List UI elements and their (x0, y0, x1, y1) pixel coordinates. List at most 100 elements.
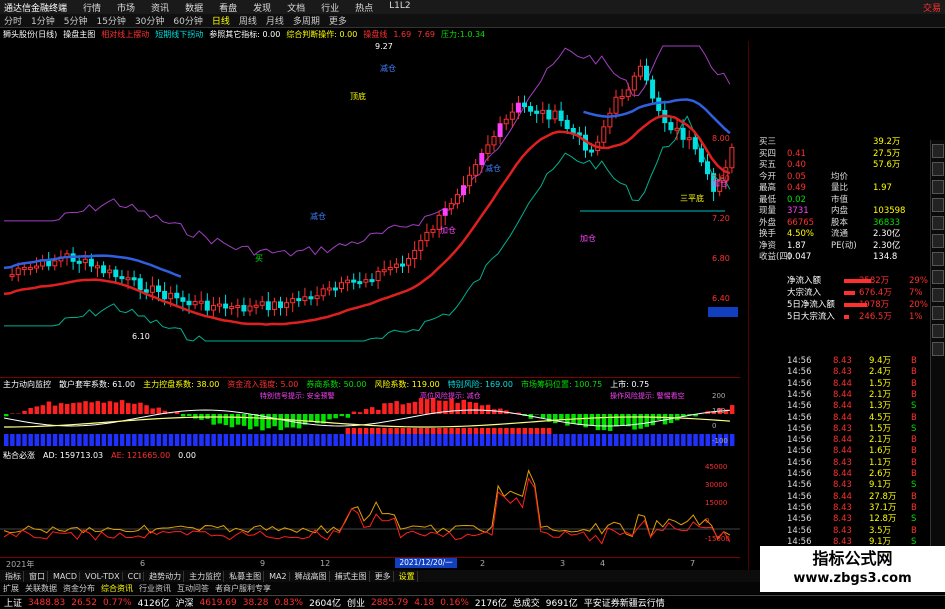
tick-row[interactable]: 14:56 8.44 27.8万 B (749, 492, 931, 503)
menu-item-9[interactable]: L1L2 (389, 1, 410, 14)
menu-item-2[interactable]: 资讯 (151, 1, 169, 14)
tick-time: 14:56 (787, 356, 812, 366)
tick-row[interactable]: 14:56 8.43 37.1万 B (749, 503, 931, 514)
period-tab-8[interactable]: 月线 (266, 14, 284, 27)
sidebar-button-2[interactable] (932, 180, 944, 194)
candlestick-chart[interactable]: 9.27减仓顶底减仓加仓减仓买6.10三平底加仓加仓8.007.607.206.… (0, 41, 740, 377)
indicator-tab-6[interactable]: 主力监控 (187, 570, 225, 582)
quote-row: 买三39.2万8.40 (749, 137, 931, 148)
indicator2-name[interactable]: 粘合必涨 (3, 450, 35, 461)
indicator-tab-1[interactable]: 窗口 (27, 570, 48, 582)
menu-item-0[interactable]: 行情 (83, 1, 101, 14)
ext-tab-5[interactable]: 互动问答 (177, 583, 209, 594)
candle-body (381, 269, 387, 273)
indicator-tab-10[interactable]: 捕式主图 (333, 570, 370, 582)
sidebar-button-0[interactable] (932, 144, 944, 158)
ind1-bar (370, 407, 375, 414)
quote-label: 买三 (759, 137, 777, 147)
sidebar-button-1[interactable] (932, 162, 944, 176)
ind1-base-bar (296, 434, 302, 446)
ext-tab-2[interactable]: 资金分布 (63, 583, 95, 594)
tick-price: 8.44 (833, 446, 852, 457)
moving-average-line (3, 114, 731, 326)
menu-item-4[interactable]: 看盘 (219, 1, 237, 14)
indicator-tab-11[interactable]: 更多 (373, 570, 394, 582)
period-tab-1[interactable]: 1分钟 (31, 14, 55, 27)
sidebar-button-11[interactable] (932, 342, 944, 356)
tick-row[interactable]: 14:56 8.44 1.5万 B (749, 379, 931, 390)
ext-tab-0[interactable]: 扩展 (3, 583, 19, 594)
sidebar-button-3[interactable] (932, 198, 944, 212)
ext-tab-4[interactable]: 行业资讯 (139, 583, 171, 594)
candle-body (149, 285, 155, 293)
candle-body (223, 303, 229, 309)
ind1-base-bar (327, 434, 332, 446)
indicator-tab-7[interactable]: 私募主图 (227, 570, 265, 582)
indicator2-header: 粘合必涨 AD: 159713.03 AE: 121665.00 0.00 (0, 449, 740, 461)
indicator-tab-8[interactable]: MA2 (267, 571, 290, 581)
ext-tab-6[interactable]: 者商户服利专享 (215, 583, 271, 594)
tick-row[interactable]: 14:56 8.44 1.3万 S (749, 401, 931, 412)
indicator1-name[interactable]: 主力动向监控 (3, 379, 51, 390)
sidebar-button-8[interactable] (932, 288, 944, 302)
sidebar-button-7[interactable] (932, 270, 944, 284)
period-tab-0[interactable]: 分时 (4, 14, 22, 27)
sidebar-button-4[interactable] (932, 216, 944, 230)
menu-item-7[interactable]: 行业 (321, 1, 339, 14)
ext-tab-3[interactable]: 综合资讯 (101, 583, 133, 594)
tick-row[interactable]: 14:56 8.43 1.5万 S (749, 424, 931, 435)
indicator-tab-2[interactable]: MACD (51, 571, 80, 581)
tick-row[interactable]: 14:56 8.43 9.4万 B (749, 356, 931, 367)
tick-row[interactable]: 14:56 8.43 12.8万 S (749, 514, 931, 525)
period-tab-3[interactable]: 15分钟 (96, 14, 125, 27)
tick-row[interactable]: 14:56 8.44 2.6万 B (749, 469, 931, 480)
candle-body (186, 300, 192, 306)
menu-item-3[interactable]: 数据 (185, 1, 203, 14)
tick-row[interactable]: 14:56 8.43 2.4万 B (749, 367, 931, 378)
info-item-2: 短期线下拐动 (155, 30, 204, 39)
tick-row[interactable]: 14:56 8.44 2.1万 B (749, 390, 931, 401)
menu-item-5[interactable]: 发现 (253, 1, 271, 14)
indicator-tab-12[interactable]: 设置 (397, 570, 418, 582)
ind1-value-4: 风险系数: 119.00 (374, 379, 440, 389)
ind1-base-bar (729, 434, 735, 446)
ind1-base-bar (309, 434, 314, 446)
period-tab-4[interactable]: 30分钟 (135, 14, 164, 27)
ind1-base-bar (626, 434, 631, 446)
ext-tab-1[interactable]: 关联数据 (25, 583, 57, 594)
indicator-tab-5[interactable]: 趋势动力 (147, 570, 185, 582)
indicator-tab-9[interactable]: 狮战高图 (293, 570, 330, 582)
indicator2-chart[interactable]: 45000 30000 15000 0 -15000 (0, 461, 740, 555)
indicator-tab-3[interactable]: VOL-TDX (83, 571, 123, 581)
period-tab-2[interactable]: 5分钟 (64, 14, 88, 27)
tick-row[interactable]: 14:56 8.44 2.1万 B (749, 435, 931, 446)
tick-row[interactable]: 14:56 8.44 1.6万 B (749, 446, 931, 457)
period-tab-5[interactable]: 60分钟 (173, 14, 202, 27)
ind1-base-bar (656, 434, 662, 446)
tick-row[interactable]: 14:56 8.44 4.5万 B (749, 413, 931, 424)
period-tab-7[interactable]: 周线 (239, 14, 257, 27)
sidebar-button-5[interactable] (932, 234, 944, 248)
sidebar-button-9[interactable] (932, 306, 944, 320)
menu-item-6[interactable]: 文档 (287, 1, 305, 14)
ind2-axis-label: -15000 (705, 535, 730, 543)
indicator-tab-0[interactable]: 指标 (3, 570, 24, 582)
period-tab-9[interactable]: 多周期 (293, 14, 320, 27)
tick-price: 8.44 (833, 378, 852, 389)
menu-item-1[interactable]: 市场 (117, 1, 135, 14)
stock-name[interactable]: 狮头股份(日线) (3, 29, 57, 40)
period-tab-10[interactable]: 更多 (329, 14, 347, 27)
indicator-tab-4[interactable]: CCI (126, 571, 145, 581)
tick-row[interactable]: 14:56 8.43 9.1万 S (749, 480, 931, 491)
indicator1-chart[interactable]: 特别信号提示: 安全预警 高位风险提示: 减仓 操作风险提示: 警惕看空 200 100… (0, 390, 740, 448)
period-tab-6[interactable]: 日线 (212, 14, 230, 27)
tick-row[interactable]: 14:56 8.43 3.5万 B (749, 526, 931, 537)
flow-label: 5日大宗流入 (787, 312, 835, 322)
sidebar-button-6[interactable] (932, 252, 944, 266)
ind1-base-bar (675, 434, 680, 446)
menu-item-8[interactable]: 热点 (355, 1, 373, 14)
trade-button[interactable]: 交易 (923, 1, 941, 14)
tick-row[interactable]: 14:56 8.43 1.1万 B (749, 458, 931, 469)
quote-label2: 量比 (831, 183, 849, 193)
sidebar-button-10[interactable] (932, 324, 944, 338)
